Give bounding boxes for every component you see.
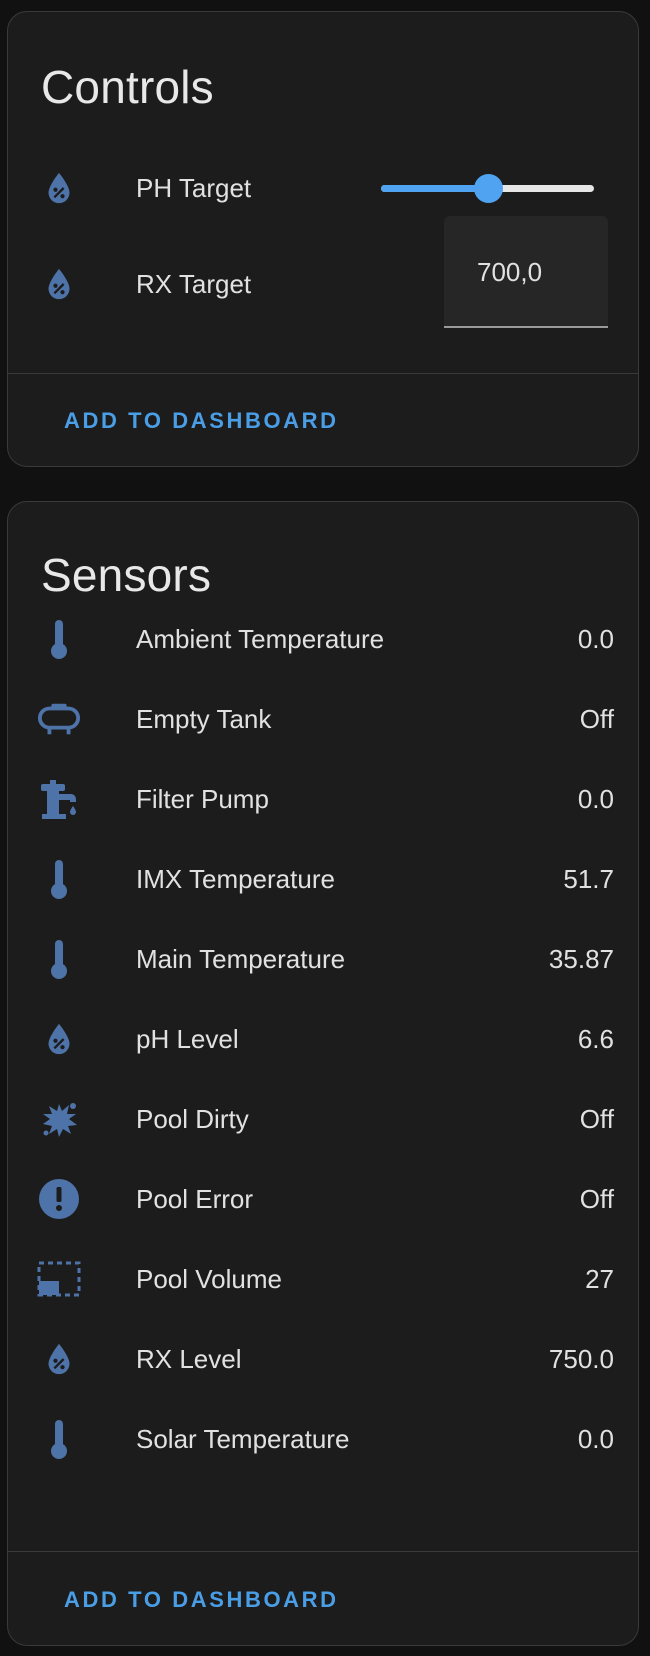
rx-target-input[interactable]: 700,0 [444,216,608,328]
sensor-value: Off [579,1104,614,1134]
alert-circle-icon [37,1179,81,1219]
sensor-value: 27 [585,1264,614,1294]
sensor-label: Solar Temperature [136,1424,350,1454]
sensor-label: Filter Pump [136,784,269,814]
controls-card: Controls PH Target RX Target 700,0 ADD T… [7,11,639,467]
sensor-value: 0.0 [577,784,614,814]
slider-thumb[interactable] [473,174,503,203]
sensor-row-pool-volume[interactable]: Pool Volume 27 [8,1249,638,1309]
rx-target-row: RX Target 700,0 [8,216,638,328]
sensor-row-pool-error[interactable]: Pool Error Off [8,1169,638,1229]
slider-fill [381,185,488,192]
sensor-row-solar-temperature[interactable]: Solar Temperature 0.0 [8,1409,638,1469]
divider [8,373,638,374]
sensor-row-pool-dirty[interactable]: Pool Dirty Off [8,1089,638,1149]
thermometer-icon [37,619,81,659]
thermometer-icon [37,1419,81,1459]
thermometer-icon [37,939,81,979]
sensor-row-main-temperature[interactable]: Main Temperature 35.87 [8,929,638,989]
sensor-row-ph-level[interactable]: pH Level 6.6 [8,1009,638,1069]
sensor-value: 750.0 [548,1344,614,1374]
ph-target-slider[interactable] [373,158,598,218]
sensor-label: pH Level [136,1024,239,1054]
add-to-dashboard-button[interactable]: ADD TO DASHBOARD [56,402,347,440]
rx-target-label: RX Target [136,269,252,299]
sensor-row-rx-level[interactable]: RX Level 750.0 [8,1329,638,1389]
tank-icon [37,699,81,739]
controls-title: Controls [41,61,214,113]
sensor-label: Main Temperature [136,944,346,974]
sensor-label: Pool Error [136,1184,254,1214]
sensors-card: Sensors Ambient Temperature 0.0 Empty Ta… [7,501,639,1646]
ph-target-label: PH Target [136,173,252,203]
thermometer-icon [37,859,81,899]
water-percent-icon [37,168,81,208]
sensor-value: 0.0 [577,1424,614,1454]
sensor-value: Off [579,1184,614,1214]
sensor-label: Ambient Temperature [136,624,385,654]
add-to-dashboard-button[interactable]: ADD TO DASHBOARD [56,1581,347,1619]
sensor-label: Pool Dirty [136,1104,249,1134]
volume-box-icon [37,1259,81,1299]
sensors-title: Sensors [41,549,212,601]
water-pump-icon [37,779,81,819]
sensor-label: Pool Volume [136,1264,282,1294]
water-percent-icon [37,264,81,304]
sensor-label: Empty Tank [136,704,272,734]
sensor-value: 0.0 [577,624,614,654]
sensor-value: Off [579,704,614,734]
sensor-value: 35.87 [548,944,614,974]
sensor-row-filter-pump[interactable]: Filter Pump 0.0 [8,769,638,829]
rx-target-value: 700,0 [477,257,543,287]
sensor-row-empty-tank[interactable]: Empty Tank Off [8,689,638,749]
water-percent-icon [37,1019,81,1059]
sensor-row-ambient-temperature[interactable]: Ambient Temperature 0.0 [8,609,638,669]
sensor-label: RX Level [136,1344,242,1374]
sensor-value: 6.6 [577,1024,614,1054]
sensor-row-imx-temperature[interactable]: IMX Temperature 51.7 [8,849,638,909]
divider [8,1551,638,1552]
splat-icon [37,1099,81,1139]
ph-target-row: PH Target [8,158,638,218]
water-percent-icon [37,1339,81,1379]
sensor-value: 51.7 [563,864,614,894]
sensor-label: IMX Temperature [136,864,335,894]
